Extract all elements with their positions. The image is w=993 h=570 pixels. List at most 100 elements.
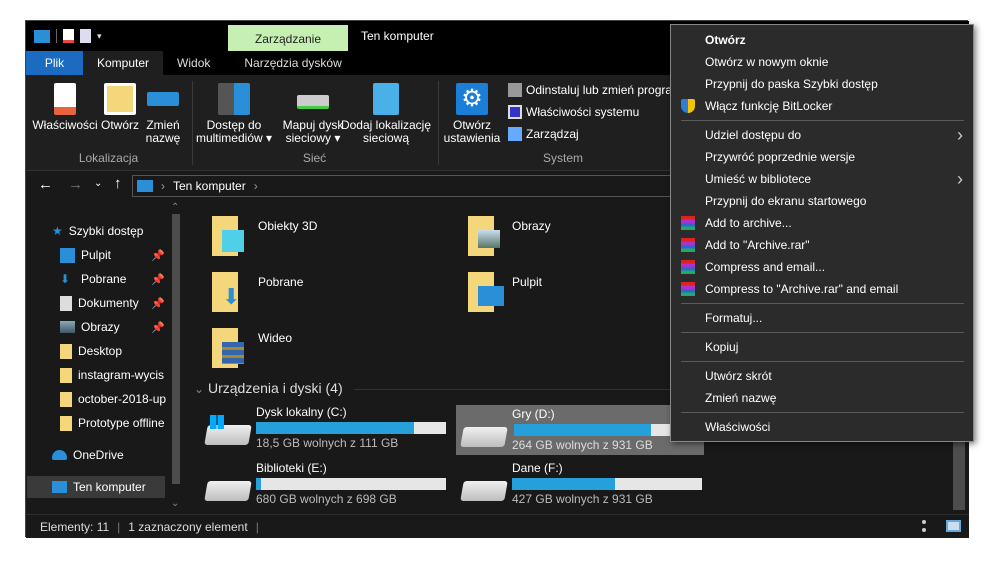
nav-item-dokumenty[interactable]: Dokumenty xyxy=(60,292,184,314)
menu-item-label: Otwórz xyxy=(705,33,746,47)
pin-icon[interactable]: 📌 xyxy=(151,321,165,334)
drive-f[interactable]: Dane (F:) 427 GB wolnych z 931 GB xyxy=(460,459,712,509)
collapse-chevron-icon[interactable]: ⌄ xyxy=(194,382,204,396)
map-network-drive-button[interactable]: Mapuj dysk sieciowy ▾ xyxy=(278,83,348,145)
folder-wideo[interactable] xyxy=(210,326,246,368)
pin-icon[interactable]: 📌 xyxy=(151,249,165,262)
properties-button[interactable]: Właściwości xyxy=(32,83,98,132)
drive-free-space: 18,5 GB wolnych z 111 GB xyxy=(256,436,399,450)
tab-widok[interactable]: Widok xyxy=(163,51,224,75)
open-settings-button[interactable]: ⚙ Otwórz ustawienia xyxy=(440,83,504,145)
drive-free-space: 427 GB wolnych z 931 GB xyxy=(512,492,653,506)
nav-scrollbar[interactable]: ⌃ ⌄ xyxy=(168,200,184,514)
nav-item-obrazy[interactable]: Obrazy xyxy=(60,316,184,338)
context-menu-item[interactable]: Compress and email... xyxy=(671,256,973,278)
context-menu-item[interactable]: Kopiuj xyxy=(671,336,973,358)
large-icons-view-icon[interactable] xyxy=(946,520,961,532)
folder-label[interactable]: Obiekty 3D xyxy=(258,219,317,233)
folder-obrazy[interactable] xyxy=(466,214,502,256)
devices-group-header[interactable]: Urządzenia i dyski (4) xyxy=(208,380,343,396)
customize-toolbar-icon[interactable]: ▾ xyxy=(97,31,102,42)
nav-item-desktop[interactable]: Desktop xyxy=(60,340,184,362)
chevron-right-icon[interactable]: › xyxy=(254,179,258,193)
divider: | xyxy=(117,519,121,534)
context-menu-item[interactable]: Przypnij do ekranu startowego xyxy=(671,190,973,212)
tab-plik[interactable]: Plik xyxy=(26,51,83,75)
up-icon[interactable]: ↑ xyxy=(114,175,122,192)
context-menu-item[interactable]: Add to archive... xyxy=(671,212,973,234)
drive-c[interactable]: Dysk lokalny (C:) 18,5 GB wolnych z 111 … xyxy=(204,403,456,453)
pin-icon[interactable]: 📌 xyxy=(151,297,165,310)
tab-narzedzia-dyskow[interactable]: Narzędzia dysków xyxy=(230,51,355,75)
recent-locations-icon[interactable]: ⌄ xyxy=(94,178,102,189)
context-menu-item[interactable]: Utwórz skrót xyxy=(671,365,973,387)
drive-usage-fill xyxy=(256,478,261,490)
uninstall-program-button[interactable]: Odinstaluj lub zmień progra xyxy=(508,83,672,97)
folder-pulpit[interactable] xyxy=(466,270,504,312)
menu-separator xyxy=(681,120,964,121)
rename-button[interactable]: Zmień nazwę xyxy=(142,83,184,145)
address-bar[interactable]: › Ten komputer › xyxy=(132,175,672,197)
context-menu-item[interactable]: Przypnij do paska Szybki dostęp xyxy=(671,73,973,95)
menu-separator xyxy=(681,361,964,362)
context-menu-item[interactable]: Otwórz w nowym oknie xyxy=(671,51,973,73)
folder-label[interactable]: Obrazy xyxy=(512,219,551,233)
context-menu-item[interactable]: Przywróć poprzednie wersje xyxy=(671,146,973,168)
winrar-icon xyxy=(681,238,695,252)
tab-zarzadzanie[interactable]: Zarządzanie xyxy=(228,25,348,51)
media-access-button[interactable]: Dostęp do multimediów ▾ xyxy=(194,83,274,145)
nav-item-szybki-dostep[interactable]: ★ Szybki dostęp xyxy=(52,220,184,242)
nav-item-pobrane[interactable]: ⬇ Pobrane xyxy=(60,268,184,290)
add-network-location-button[interactable]: Dodaj lokalizację sieciową xyxy=(340,83,432,145)
nav-item-onedrive[interactable]: OneDrive xyxy=(52,444,184,466)
chevron-right-icon: › xyxy=(957,169,963,189)
context-menu-item[interactable]: Zmień nazwę xyxy=(671,387,973,409)
properties-icon[interactable] xyxy=(63,29,74,43)
context-menu-item[interactable]: Add to "Archive.rar" xyxy=(671,234,973,256)
pin-icon[interactable]: 📌 xyxy=(151,273,165,286)
folder-label[interactable]: Pulpit xyxy=(512,275,542,289)
system-properties-button[interactable]: Właściwości systemu xyxy=(508,105,639,119)
scroll-thumb[interactable] xyxy=(172,214,180,484)
folder-pobrane[interactable]: ⬇ xyxy=(210,270,246,312)
folder-label[interactable]: Wideo xyxy=(258,331,292,345)
properties-icon xyxy=(54,83,76,115)
context-menu-item[interactable]: Formatuj... xyxy=(671,307,973,329)
folder-obiekty-3d[interactable] xyxy=(210,214,246,256)
menu-item-label: Przypnij do ekranu startowego xyxy=(705,194,867,208)
group-label: System xyxy=(542,151,583,165)
context-menu-item[interactable]: Udziel dostępu do › xyxy=(671,124,973,146)
context-menu-item[interactable]: Compress to "Archive.rar" and email xyxy=(671,278,973,300)
divider: | xyxy=(255,519,259,534)
chevron-right-icon: › xyxy=(957,125,963,145)
drive-e[interactable]: Biblioteki (E:) 680 GB wolnych z 698 GB xyxy=(204,459,456,509)
breadcrumb-ten-komputer[interactable]: Ten komputer xyxy=(173,179,246,193)
nav-item-pulpit[interactable]: Pulpit xyxy=(60,244,184,266)
open-button[interactable]: Otwórz xyxy=(100,83,140,132)
hard-drive-icon xyxy=(460,427,508,447)
drive-d[interactable]: Gry (D:) 264 GB wolnych z 931 GB xyxy=(456,405,704,455)
scroll-down-icon[interactable]: ⌄ xyxy=(171,498,179,509)
winrar-icon xyxy=(681,260,695,274)
tab-komputer[interactable]: Komputer xyxy=(83,51,164,75)
menu-item-label: Przypnij do paska Szybki dostęp xyxy=(705,77,878,91)
context-menu-item[interactable]: Właściwości xyxy=(671,416,973,438)
pictures-icon xyxy=(60,321,75,333)
context-menu-item[interactable]: Umieść w bibliotece › xyxy=(671,168,973,190)
details-view-icon[interactable] xyxy=(922,520,936,532)
scroll-up-icon[interactable]: ⌃ xyxy=(171,202,179,213)
context-menu-item[interactable]: Otwórz xyxy=(671,29,973,51)
nav-item-prototype[interactable]: Prototype offline xyxy=(60,412,168,434)
forward-icon[interactable]: → xyxy=(68,176,83,193)
download-icon: ⬇ xyxy=(60,272,71,286)
nav-item-instagram[interactable]: instagram-wycis xyxy=(60,364,168,386)
folder-label[interactable]: Pobrane xyxy=(258,275,303,289)
back-icon[interactable]: ← xyxy=(38,176,53,193)
new-folder-icon[interactable] xyxy=(80,29,91,43)
nav-item-october[interactable]: october-2018-up xyxy=(60,388,168,410)
context-menu-item[interactable]: Włącz funkcję BitLocker xyxy=(671,95,973,117)
manage-button[interactable]: Zarządzaj xyxy=(508,127,579,141)
content-scrollbar[interactable] xyxy=(953,430,965,510)
nav-item-ten-komputer[interactable]: Ten komputer xyxy=(27,476,165,498)
nav-label: Obrazy xyxy=(81,320,120,334)
